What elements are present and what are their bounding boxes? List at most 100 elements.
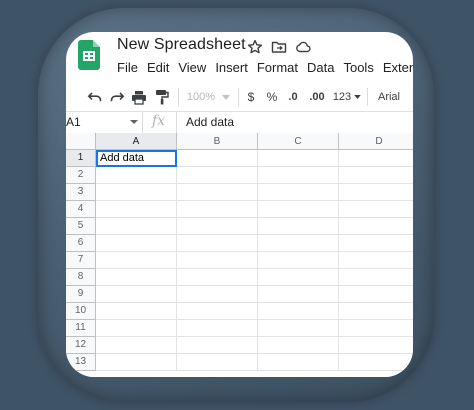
cell-b3[interactable]: [177, 184, 258, 201]
cell-b2[interactable]: [177, 167, 258, 184]
cell-a4[interactable]: [96, 201, 177, 218]
increase-decimal-button[interactable]: .00: [307, 89, 327, 105]
cell-c8[interactable]: [258, 269, 339, 286]
cell-a6[interactable]: [96, 235, 177, 252]
cell-b8[interactable]: [177, 269, 258, 286]
cell-d12[interactable]: [339, 337, 413, 354]
zoom-select[interactable]: 100%: [185, 89, 217, 105]
cell-d4[interactable]: [339, 201, 413, 218]
column-header-a[interactable]: A: [96, 133, 177, 150]
column-header-b[interactable]: B: [177, 133, 258, 150]
menu-view[interactable]: View: [178, 60, 206, 75]
cell-b12[interactable]: [177, 337, 258, 354]
menu-file[interactable]: File: [117, 60, 138, 75]
name-box[interactable]: A1: [66, 115, 81, 129]
cell-d6[interactable]: [339, 235, 413, 252]
cell-a11[interactable]: [96, 320, 177, 337]
currency-button[interactable]: $: [244, 89, 258, 105]
cell-b4[interactable]: [177, 201, 258, 218]
name-box-chevron-down-icon[interactable]: [130, 120, 138, 124]
row-header-12[interactable]: 12: [66, 337, 96, 354]
cell-c5[interactable]: [258, 218, 339, 235]
cell-c2[interactable]: [258, 167, 339, 184]
zoom-chevron-down-icon[interactable]: [221, 89, 231, 105]
cell-a9[interactable]: [96, 286, 177, 303]
row-header-9[interactable]: 9: [66, 286, 96, 303]
number-format-select[interactable]: 123: [331, 89, 353, 105]
cell-c13[interactable]: [258, 354, 339, 371]
cell-a5[interactable]: [96, 218, 177, 235]
cell-d3[interactable]: [339, 184, 413, 201]
menu-edit[interactable]: Edit: [147, 60, 169, 75]
row-header-3[interactable]: 3: [66, 184, 96, 201]
cell-d13[interactable]: [339, 354, 413, 371]
cloud-status-icon[interactable]: [295, 39, 311, 55]
row-header-4[interactable]: 4: [66, 201, 96, 218]
cell-a12[interactable]: [96, 337, 177, 354]
cell-c10[interactable]: [258, 303, 339, 320]
row-header-5[interactable]: 5: [66, 218, 96, 235]
print-icon[interactable]: [130, 89, 148, 105]
cell-d1[interactable]: [339, 150, 413, 167]
row-header-13[interactable]: 13: [66, 354, 96, 371]
cell-b6[interactable]: [177, 235, 258, 252]
font-select[interactable]: Arial: [376, 89, 402, 105]
select-all-corner[interactable]: [66, 133, 96, 150]
row-header-6[interactable]: 6: [66, 235, 96, 252]
number-format-chevron-down-icon[interactable]: [353, 89, 362, 105]
cell-a13[interactable]: [96, 354, 177, 371]
undo-icon[interactable]: [86, 89, 104, 105]
cell-b11[interactable]: [177, 320, 258, 337]
cell-d10[interactable]: [339, 303, 413, 320]
cell-d8[interactable]: [339, 269, 413, 286]
menu-insert[interactable]: Insert: [215, 60, 248, 75]
cell-a3[interactable]: [96, 184, 177, 201]
row-header-10[interactable]: 10: [66, 303, 96, 320]
cell-b1[interactable]: [177, 150, 258, 167]
cell-d11[interactable]: [339, 320, 413, 337]
cell-b10[interactable]: [177, 303, 258, 320]
menu-tools[interactable]: Tools: [343, 60, 373, 75]
row-header-1[interactable]: 1: [66, 150, 96, 167]
cell-c3[interactable]: [258, 184, 339, 201]
cell-c11[interactable]: [258, 320, 339, 337]
sheets-logo-icon[interactable]: [78, 40, 100, 70]
cell-d2[interactable]: [339, 167, 413, 184]
cell-d5[interactable]: [339, 218, 413, 235]
cell-a1[interactable]: Add data: [96, 150, 177, 167]
cell-c6[interactable]: [258, 235, 339, 252]
menu-extensions[interactable]: Extensi: [383, 60, 413, 75]
cell-a8[interactable]: [96, 269, 177, 286]
decrease-decimal-button[interactable]: .0: [285, 89, 301, 105]
row-header-7[interactable]: 7: [66, 252, 96, 269]
cell-c7[interactable]: [258, 252, 339, 269]
document-title[interactable]: New Spreadsheet: [117, 36, 246, 54]
cell-c4[interactable]: [258, 201, 339, 218]
cell-b7[interactable]: [177, 252, 258, 269]
cell-a10[interactable]: [96, 303, 177, 320]
cell-a2[interactable]: [96, 167, 177, 184]
cell-b13[interactable]: [177, 354, 258, 371]
row-header-2[interactable]: 2: [66, 167, 96, 184]
redo-icon[interactable]: [108, 89, 126, 105]
formula-input[interactable]: Add data: [186, 115, 234, 129]
star-icon[interactable]: [247, 39, 263, 55]
cell-b5[interactable]: [177, 218, 258, 235]
percent-button[interactable]: %: [265, 89, 279, 105]
formula-bar: A1 fx Add data: [66, 111, 413, 134]
row-header-11[interactable]: 11: [66, 320, 96, 337]
column-header-d[interactable]: D: [339, 133, 413, 150]
row-header-8[interactable]: 8: [66, 269, 96, 286]
column-header-c[interactable]: C: [258, 133, 339, 150]
cell-a7[interactable]: [96, 252, 177, 269]
cell-c1[interactable]: [258, 150, 339, 167]
menu-format[interactable]: Format: [257, 60, 298, 75]
cell-d9[interactable]: [339, 286, 413, 303]
menu-data[interactable]: Data: [307, 60, 334, 75]
cell-c12[interactable]: [258, 337, 339, 354]
move-to-folder-icon[interactable]: [271, 39, 287, 55]
cell-b9[interactable]: [177, 286, 258, 303]
cell-d7[interactable]: [339, 252, 413, 269]
cell-c9[interactable]: [258, 286, 339, 303]
paint-format-icon[interactable]: [153, 89, 171, 105]
